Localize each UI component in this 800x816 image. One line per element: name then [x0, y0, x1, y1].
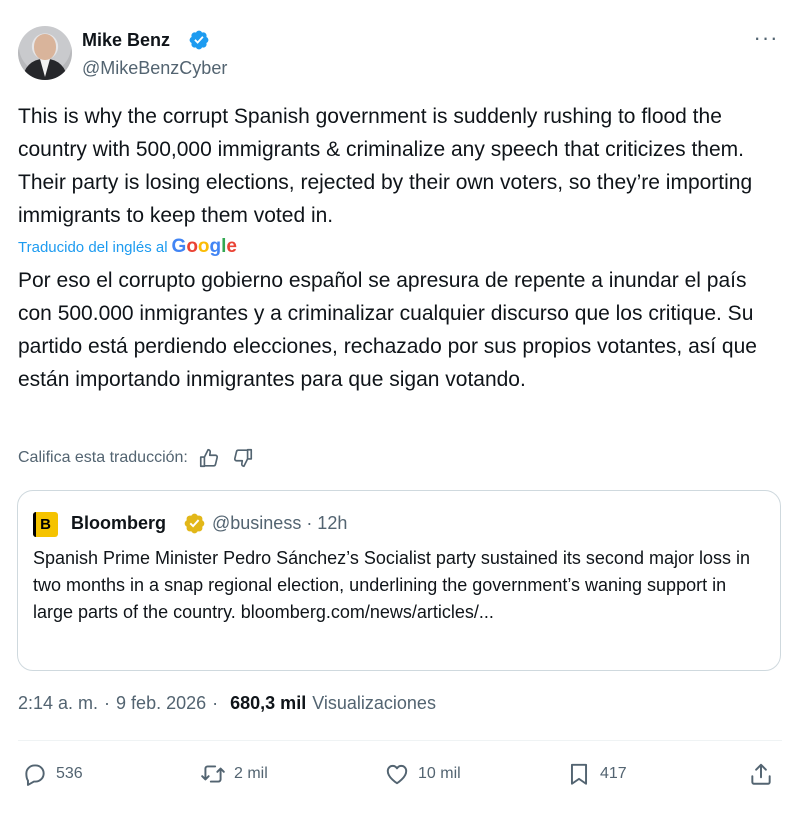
quoted-handle-time: @business · 12h	[212, 513, 348, 533]
bookmark-count: 417	[600, 765, 627, 782]
tweet-time[interactable]: 2:14 a. m.	[18, 693, 98, 714]
heart-icon	[386, 764, 408, 785]
like-count: 10 mil	[418, 765, 461, 782]
bookmark-icon	[570, 763, 588, 785]
reply-count: 536	[56, 765, 83, 782]
views-label: Visualizaciones	[312, 693, 436, 713]
repost-icon	[201, 765, 225, 783]
thumbs-down-icon[interactable]	[232, 447, 256, 469]
tweet-meta: 2:14 a. m. · 9 feb. 2026 · 680,3 mil Vis…	[18, 693, 436, 714]
share-button[interactable]	[748, 758, 774, 790]
translated-label-text: Traducido del inglés al	[18, 238, 168, 256]
share-icon	[751, 763, 771, 785]
avatar[interactable]	[18, 26, 72, 80]
tweet-translation: Por eso el corrupto gobierno español se …	[18, 269, 757, 391]
tweet-text: This is why the corrupt Spanish governme…	[18, 105, 753, 227]
tweet-header: Mike Benz @MikeBenzCyber ···	[18, 26, 782, 82]
like-button[interactable]: 10 mil	[384, 758, 461, 790]
meta-separator-2: ·	[212, 693, 219, 713]
thumbs-up-icon[interactable]	[198, 447, 222, 469]
verified-badge-icon	[189, 30, 209, 50]
reply-button[interactable]: 536	[22, 758, 83, 790]
bookmark-button[interactable]: 417	[566, 758, 627, 790]
rate-label: Califica esta traducción:	[18, 449, 188, 466]
tweet-date[interactable]: 9 feb. 2026	[116, 693, 206, 714]
quoted-text: Spanish Prime Minister Pedro Sánchez’s S…	[33, 548, 750, 622]
rate-translation: Califica esta traducción:	[18, 446, 256, 470]
more-options-icon[interactable]: ···	[752, 27, 780, 52]
repost-button[interactable]: 2 mil	[200, 758, 268, 790]
quoted-avatar[interactable]: B	[33, 512, 58, 537]
reply-icon	[25, 764, 45, 786]
meta-separator: ·	[104, 693, 111, 713]
author-handle[interactable]: @MikeBenzCyber	[82, 58, 227, 79]
repost-count: 2 mil	[234, 765, 268, 782]
quoted-author-name: Bloomberg	[71, 513, 167, 533]
gold-verified-badge-icon	[184, 513, 205, 534]
action-bar: 536 2 mil 10 mil 417	[18, 758, 782, 790]
translated-from-label[interactable]: Traducido del inglés al Google	[18, 233, 237, 261]
google-logo: Google	[171, 236, 237, 257]
author-name[interactable]: Mike Benz	[82, 30, 170, 51]
quoted-tweet[interactable]: B Bloomberg @business · 12h Spanish Prim…	[17, 490, 781, 671]
divider	[18, 740, 782, 741]
views-count: 680,3 mil	[230, 693, 307, 713]
